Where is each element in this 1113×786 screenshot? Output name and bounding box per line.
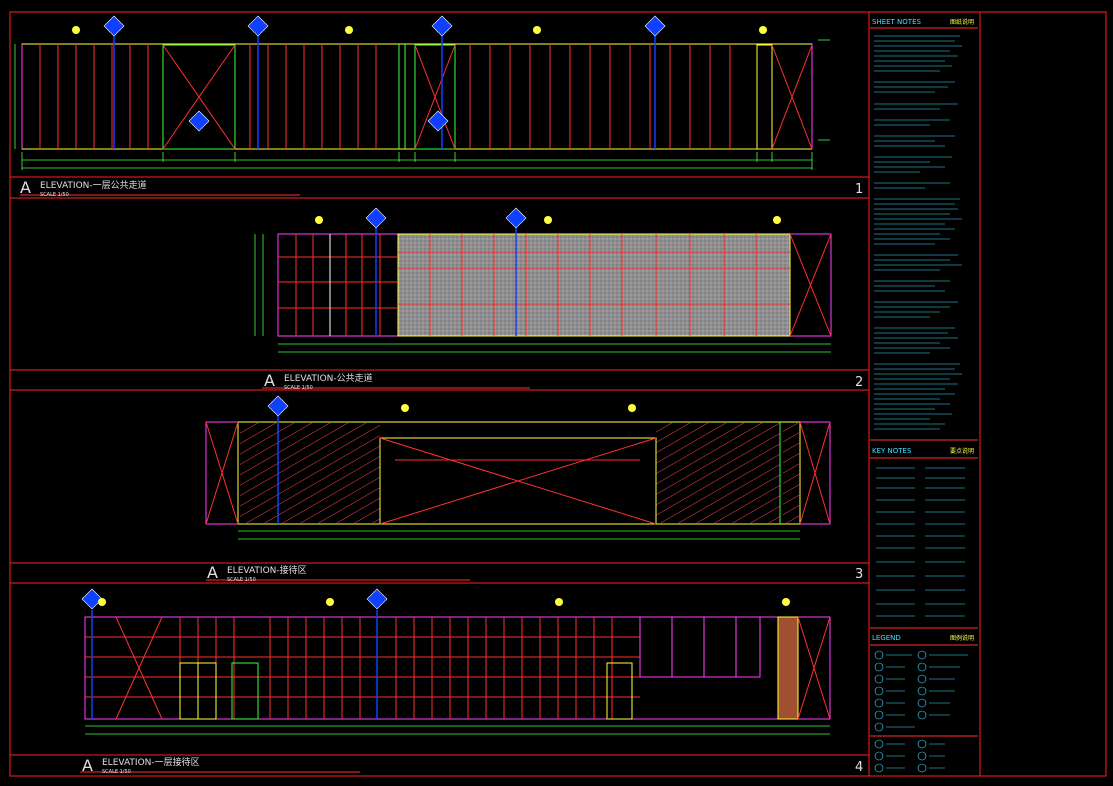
key-notes-list xyxy=(876,467,965,617)
elevation-3-drawing xyxy=(205,395,831,540)
key-notes-title: KEY NOTES xyxy=(872,447,912,455)
elevation-scale: SCALE 1/50 xyxy=(40,192,69,198)
legend-list xyxy=(870,650,978,773)
elevation-title: ELEVATION-公共走道 xyxy=(284,372,373,384)
elevation-title: ELEVATION-一层接待区 xyxy=(102,756,200,768)
elevation-letter: A xyxy=(82,756,93,775)
elevation-title: ELEVATION-接待区 xyxy=(227,564,307,576)
notes-panel: SHEET NOTES 图纸说明 KEY NOTES 要点说明 LEGEND 图… xyxy=(870,18,978,773)
elevation-letter: A xyxy=(264,371,275,390)
elevation-number: 4 xyxy=(855,760,863,775)
elevation-1-drawing xyxy=(14,15,830,170)
elevation-letter: A xyxy=(20,178,31,197)
sheet-notes-title: SHEET NOTES xyxy=(872,18,921,26)
elevation-number: 1 xyxy=(855,182,863,197)
sheet-notes-title-cn: 图纸说明 xyxy=(950,18,974,26)
legend-title: LEGEND xyxy=(872,634,901,642)
elevation-scale: SCALE 1/50 xyxy=(284,385,313,391)
legend-title-cn: 图例说明 xyxy=(950,634,974,642)
elevation-2-drawing xyxy=(254,207,832,353)
elevation-title: ELEVATION-一层公共走道 xyxy=(40,179,147,191)
cad-drawing-sheet: A ELEVATION-一层公共走道 SCALE 1/50 1 A ELEVAT… xyxy=(9,11,1107,777)
elevation-number: 2 xyxy=(855,375,863,390)
elevation-4-drawing xyxy=(81,588,831,735)
elevation-title-4: A ELEVATION-一层接待区 SCALE 1/50 4 xyxy=(80,756,863,775)
elevation-number: 3 xyxy=(855,567,863,582)
sheet-notes-text-block xyxy=(874,35,962,430)
elevation-title-2: A ELEVATION-公共走道 SCALE 1/50 2 xyxy=(262,371,863,391)
key-notes-title-cn: 要点说明 xyxy=(950,447,974,455)
elevation-title-1: A ELEVATION-一层公共走道 SCALE 1/50 1 xyxy=(20,178,863,198)
elevation-scale: SCALE 1/50 xyxy=(227,577,256,583)
elevation-letter: A xyxy=(207,563,218,582)
elevation-title-3: A ELEVATION-接待区 SCALE 1/50 3 xyxy=(206,563,863,583)
elevation-scale: SCALE 1/50 xyxy=(102,769,131,775)
